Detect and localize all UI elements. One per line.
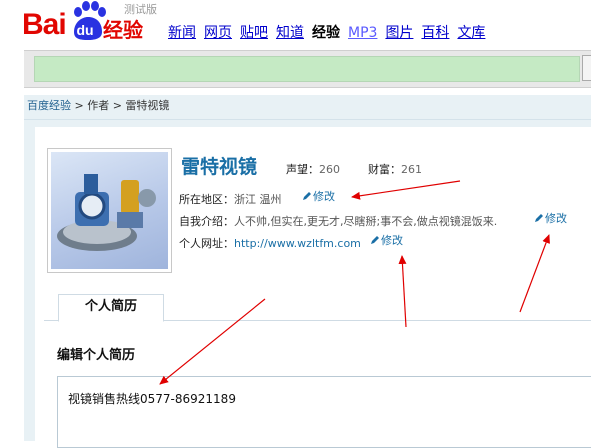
site-label: 个人网址： bbox=[179, 237, 234, 250]
edit-site-link[interactable]: 修改 bbox=[370, 232, 403, 248]
logo-bai-text: Bai bbox=[22, 8, 67, 41]
resume-section-title: 编辑个人简历 bbox=[57, 348, 136, 363]
nav-web[interactable]: 网页 bbox=[204, 25, 232, 41]
breadcrumb-separator: > bbox=[71, 99, 88, 112]
nav-mp3[interactable]: MP3 bbox=[348, 25, 377, 41]
avatar[interactable] bbox=[51, 152, 168, 269]
intro-label: 自我介绍： bbox=[179, 215, 234, 228]
pencil-icon bbox=[303, 192, 311, 200]
pencil-icon bbox=[535, 214, 543, 222]
breadcrumb-current: 雷特视镜 bbox=[125, 99, 170, 112]
edit-intro-label: 修改 bbox=[545, 212, 567, 225]
breadcrumb-separator: > bbox=[109, 99, 126, 112]
search-input[interactable] bbox=[34, 56, 580, 82]
intro-row: 自我介绍：人不帅,但实在,更无才,尽瞎掰;事不会,做点视镜混饭来. bbox=[179, 210, 497, 229]
wealth-stat: 财富：261 bbox=[368, 158, 422, 177]
edit-site-label: 修改 bbox=[381, 234, 403, 247]
edit-region-link[interactable]: 修改 bbox=[302, 188, 335, 204]
reputation-value: 260 bbox=[319, 163, 340, 176]
nav-tieba[interactable]: 贴吧 bbox=[240, 25, 268, 41]
beta-label: 测试版 bbox=[124, 3, 157, 16]
intro-value: 人不帅,但实在,更无才,尽瞎掰;事不会,做点视镜混饭来. bbox=[234, 215, 498, 228]
reputation-label: 声望： bbox=[286, 163, 319, 176]
region-label: 所在地区： bbox=[179, 193, 234, 206]
logo-jingyan-text: 经验 bbox=[103, 18, 143, 42]
region-row: 所在地区：浙江 温州 bbox=[179, 188, 282, 207]
nav-baike[interactable]: 百科 bbox=[421, 25, 449, 41]
logo-du-text: du bbox=[76, 22, 94, 38]
wealth-label: 财富： bbox=[368, 163, 401, 176]
nav-zhidao[interactable]: 知道 bbox=[276, 25, 304, 41]
breadcrumb: 百度经验 > 作者 > 雷特视镜 bbox=[27, 97, 169, 113]
nav-images[interactable]: 图片 bbox=[385, 25, 413, 41]
profile-name: 雷特视镜 bbox=[181, 156, 258, 178]
tab-resume[interactable]: 个人简历 bbox=[58, 294, 164, 322]
site-url[interactable]: http://www.wzltfm.com bbox=[234, 237, 361, 250]
breadcrumb-home[interactable]: 百度经验 bbox=[27, 99, 71, 112]
top-nav: 新闻 网页 贴吧 知道 经验 MP3 图片 百科 文库 bbox=[168, 22, 493, 42]
breadcrumb-author[interactable]: 作者 bbox=[87, 99, 109, 112]
edit-intro-link[interactable]: 修改 bbox=[534, 210, 567, 226]
edit-region-label: 修改 bbox=[313, 190, 335, 203]
search-button[interactable] bbox=[582, 55, 591, 81]
nav-news[interactable]: 新闻 bbox=[168, 25, 196, 41]
site-row: 个人网址：http://www.wzltfm.com bbox=[179, 232, 361, 251]
resume-editor[interactable] bbox=[57, 376, 591, 448]
region-value: 浙江 温州 bbox=[234, 193, 282, 206]
wealth-value: 261 bbox=[401, 163, 422, 176]
nav-jingyan[interactable]: 经验 bbox=[312, 25, 340, 41]
divider bbox=[24, 119, 591, 120]
avatar-image bbox=[57, 174, 156, 251]
reputation-stat: 声望：260 bbox=[286, 158, 340, 177]
resume-editor-text[interactable]: 视镜销售热线0577-86921189 bbox=[68, 390, 236, 407]
pencil-icon bbox=[371, 236, 379, 244]
nav-wenku[interactable]: 文库 bbox=[457, 25, 485, 41]
